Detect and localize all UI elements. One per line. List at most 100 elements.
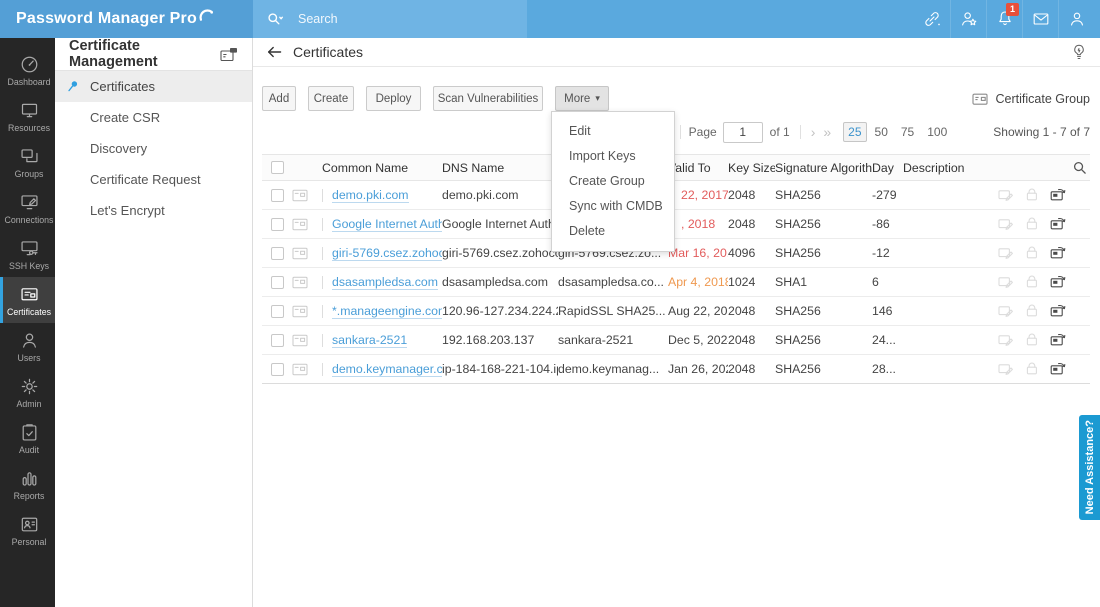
header-valid-to[interactable]: Valid To [668, 161, 728, 175]
side-nav-item-lets-encrypt[interactable]: Let's Encrypt [55, 195, 252, 226]
certificate-group-button[interactable]: Certificate Group [972, 92, 1090, 106]
push-certificate-icon[interactable] [1040, 303, 1066, 319]
lock-certificate-icon[interactable] [1014, 303, 1040, 319]
push-certificate-icon[interactable] [1040, 332, 1066, 348]
page-size-50[interactable]: 50 [870, 122, 893, 142]
menu-item-delete[interactable]: Delete [552, 219, 674, 244]
push-certificate-icon[interactable] [1040, 361, 1066, 377]
common-name-link[interactable]: demo.pki.com [332, 188, 409, 203]
common-name-link[interactable]: demo.keymanager.co... [332, 362, 442, 377]
push-certificate-icon[interactable] [1040, 245, 1066, 261]
last-page-button[interactable]: » [819, 121, 835, 143]
sidebar-item-reports[interactable]: Reports [0, 461, 55, 507]
row-checkbox[interactable] [271, 305, 284, 318]
select-all-checkbox[interactable] [271, 161, 284, 174]
more-button[interactable]: More ▾ [555, 86, 609, 111]
user-icon[interactable] [1058, 0, 1094, 38]
connections-icon [19, 192, 40, 213]
bell-icon[interactable]: 1 [986, 0, 1022, 38]
header-dns-name[interactable]: DNS Name [442, 161, 558, 175]
sidebar-item-admin[interactable]: Admin [0, 369, 55, 415]
certificate-icon [292, 276, 322, 289]
push-certificate-icon[interactable] [1040, 274, 1066, 290]
menu-item-create-group[interactable]: Create Group [552, 169, 674, 194]
edit-certificate-icon[interactable] [988, 303, 1014, 319]
lock-certificate-icon[interactable] [1014, 361, 1040, 377]
common-name-link[interactable]: Google Internet Auth... [332, 217, 442, 232]
table-row: demo.pki.com demo.pki.com 22, 2017 2048 … [262, 181, 1090, 210]
certificates-icon [19, 284, 40, 305]
side-nav-item-discovery[interactable]: Discovery [55, 133, 252, 164]
lock-certificate-icon[interactable] [1014, 216, 1040, 232]
issued-by-cell: sankara-2521 [558, 333, 668, 347]
lock-certificate-icon[interactable] [1014, 245, 1040, 261]
create-button[interactable]: Create [308, 86, 354, 111]
side-nav-item-create-csr[interactable]: Create CSR [55, 102, 252, 133]
header-description[interactable]: Description [903, 161, 980, 175]
certificate-window-icon[interactable] [220, 47, 238, 62]
menu-item-import-keys[interactable]: Import Keys [552, 144, 674, 169]
edit-certificate-icon[interactable] [988, 332, 1014, 348]
sidebar-item-connections[interactable]: Connections [0, 185, 55, 231]
sidebar-item-audit[interactable]: Audit [0, 415, 55, 461]
menu-item-edit[interactable]: Edit [552, 119, 674, 144]
side-nav-item-certificate-request[interactable]: Certificate Request [55, 164, 252, 195]
issued-by-cell: dsasampledsa.co... [558, 275, 668, 289]
page-title: Certificates [293, 44, 363, 60]
header-days[interactable]: Day [872, 161, 903, 175]
need-assistance-tab[interactable]: Need Assistance? [1079, 415, 1100, 520]
search-icon[interactable] [265, 10, 284, 29]
page-size-25[interactable]: 25 [843, 122, 866, 142]
row-checkbox[interactable] [271, 189, 284, 202]
lock-certificate-icon[interactable] [1014, 332, 1040, 348]
edit-certificate-icon[interactable] [988, 274, 1014, 290]
side-nav-item-certificates[interactable]: Certificates [55, 71, 252, 102]
user-star-icon[interactable] [950, 0, 986, 38]
common-name-link[interactable]: giri-5769.csez.zohoco... [332, 246, 442, 261]
table-search-icon[interactable] [1072, 160, 1088, 176]
sidebar-item-dashboard[interactable]: Dashboard [0, 47, 55, 93]
edit-certificate-icon[interactable] [988, 361, 1014, 377]
next-page-button[interactable]: › [807, 121, 820, 143]
sidebar-item-certificates[interactable]: Certificates [0, 277, 55, 323]
edit-certificate-icon[interactable] [988, 216, 1014, 232]
common-name-link[interactable]: dsasampledsa.com [332, 275, 438, 290]
push-certificate-icon[interactable] [1040, 187, 1066, 203]
row-checkbox[interactable] [271, 363, 284, 376]
header-signature-algorithm[interactable]: Signature Algorithm [775, 161, 872, 175]
sidebar-item-resources[interactable]: Resources [0, 93, 55, 139]
table-row: sankara-2521 192.168.203.137 sankara-252… [262, 326, 1090, 355]
reports-icon [19, 468, 40, 489]
issued-by-cell: RapidSSL SHA25... [558, 304, 668, 318]
sidebar-item-personal[interactable]: Personal [0, 507, 55, 553]
header-key-size[interactable]: Key Size [728, 161, 775, 175]
common-name-link[interactable]: *.manageengine.com [332, 304, 442, 319]
deploy-button[interactable]: Deploy [366, 86, 421, 111]
lock-certificate-icon[interactable] [1014, 274, 1040, 290]
link-icon[interactable] [914, 0, 950, 38]
page-size-100[interactable]: 100 [922, 122, 952, 142]
sidebar-item-groups[interactable]: Groups [0, 139, 55, 185]
sidebar-item-ssh-keys[interactable]: SSH Keys [0, 231, 55, 277]
lock-certificate-icon[interactable] [1014, 187, 1040, 203]
dns-name-cell: dsasampledsa.com [442, 275, 558, 289]
search-input[interactable] [298, 12, 515, 26]
row-checkbox[interactable] [271, 247, 284, 260]
push-certificate-icon[interactable] [1040, 216, 1066, 232]
lightbulb-icon[interactable] [1070, 43, 1088, 61]
common-name-link[interactable]: sankara-2521 [332, 333, 407, 348]
mail-icon[interactable] [1022, 0, 1058, 38]
row-checkbox[interactable] [271, 218, 284, 231]
scan-vulnerabilities-button[interactable]: Scan Vulnerabilities [433, 86, 543, 111]
sidebar-item-users[interactable]: Users [0, 323, 55, 369]
edit-certificate-icon[interactable] [988, 187, 1014, 203]
page-number-input[interactable] [723, 122, 763, 143]
row-checkbox[interactable] [271, 276, 284, 289]
menu-item-sync-with-cmdb[interactable]: Sync with CMDB [552, 194, 674, 219]
add-button[interactable]: Add [262, 86, 296, 111]
page-size-75[interactable]: 75 [896, 122, 919, 142]
edit-certificate-icon[interactable] [988, 245, 1014, 261]
row-checkbox[interactable] [271, 334, 284, 347]
header-common-name[interactable]: Common Name [322, 161, 442, 175]
back-arrow-icon[interactable] [265, 43, 283, 61]
